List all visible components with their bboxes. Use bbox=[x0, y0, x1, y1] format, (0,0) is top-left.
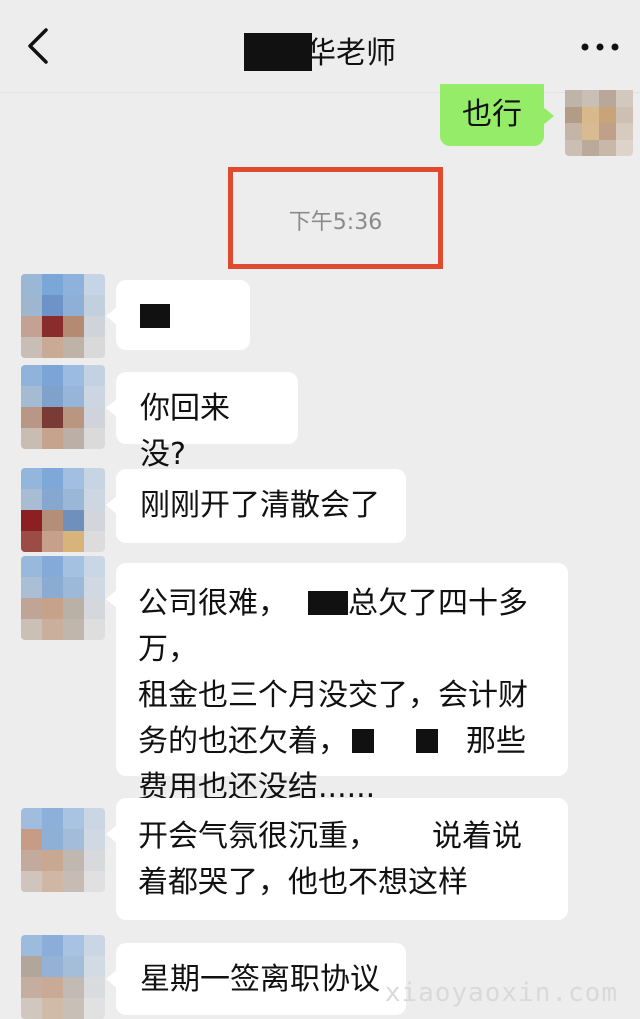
sent-message-bubble[interactable]: 也行 bbox=[440, 84, 554, 146]
contact-avatar[interactable] bbox=[21, 556, 105, 640]
message-text: 开会气氛很沉重， bbox=[138, 819, 378, 854]
message-line: 租金也三个月没交了，会计财 bbox=[138, 678, 528, 713]
contact-avatar[interactable] bbox=[21, 274, 105, 358]
contact-avatar[interactable] bbox=[21, 365, 105, 449]
message-bubble[interactable]: 星期一签离职协议 bbox=[106, 943, 406, 1015]
message-text: 星期一签离职协议 bbox=[140, 962, 380, 997]
chat-title-text: 华老师 bbox=[306, 36, 396, 71]
chat-title: 华老师 bbox=[0, 28, 640, 72]
watermark: xiaoyaoxin.com bbox=[384, 978, 618, 1008]
message-text: 刚刚开了清散会了 bbox=[140, 488, 380, 523]
message-bubble[interactable]: 你回来没? bbox=[106, 372, 298, 472]
chat-header: 华老师 bbox=[0, 0, 640, 93]
redaction-block bbox=[352, 729, 374, 753]
message-line: 务的也还欠着， 那些 bbox=[138, 719, 546, 765]
message-text: 说着说 bbox=[432, 819, 522, 854]
my-avatar[interactable] bbox=[565, 90, 633, 156]
message-bubble[interactable]: 公司很难， 总欠了四十多万， 租金也三个月没交了，会计财 务的也还欠着， 那些 费用… bbox=[106, 563, 568, 805]
redaction-block bbox=[244, 33, 312, 71]
message-text: 务的也还欠着， bbox=[138, 724, 348, 759]
contact-avatar[interactable] bbox=[21, 468, 105, 552]
sent-message-text: 也行 bbox=[462, 97, 522, 132]
redaction-block bbox=[416, 729, 438, 753]
timestamp-highlight-box: 下午5:36 bbox=[228, 167, 443, 269]
message-bubble[interactable] bbox=[106, 280, 250, 350]
contact-avatar[interactable] bbox=[21, 808, 105, 892]
message-line: 开会气氛很沉重， 说着说 bbox=[138, 814, 546, 860]
message-line: 公司很难， 总欠了四十多万， bbox=[138, 581, 546, 673]
message-text: 公司很难， bbox=[138, 586, 288, 621]
contact-avatar[interactable] bbox=[21, 935, 105, 1019]
message-text: 那些 bbox=[466, 724, 526, 759]
redaction-block bbox=[140, 304, 170, 328]
timestamp: 下午5:36 bbox=[288, 210, 383, 235]
ellipsis-icon[interactable] bbox=[578, 32, 622, 62]
message-bubble[interactable]: 开会气氛很沉重， 说着说 着都哭了，他也不想这样 bbox=[106, 798, 568, 920]
redaction-block bbox=[308, 591, 348, 615]
message-bubble[interactable]: 刚刚开了清散会了 bbox=[106, 469, 406, 543]
message-line: 着都哭了，他也不想这样 bbox=[138, 865, 468, 900]
message-text: 你回来没? bbox=[140, 391, 230, 472]
